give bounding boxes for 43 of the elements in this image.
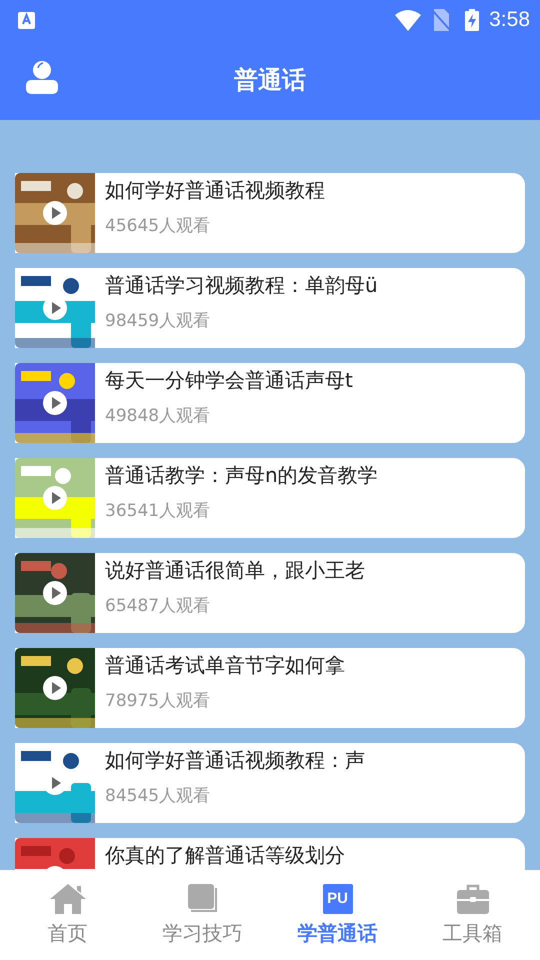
app-notification-icon (18, 12, 35, 28)
play-icon[interactable] (43, 201, 67, 225)
book-icon (188, 884, 218, 914)
video-card[interactable]: 普通话学习视频教程：单韵母ü 98459人观看 (15, 268, 525, 348)
view-count: 78975人观看 (105, 690, 212, 712)
status-time: 3:58 (489, 8, 530, 32)
video-card[interactable]: 如何学好普通话视频教程：声 84545人观看 (15, 743, 525, 823)
video-title: 如何学好普通话视频教程：声 (105, 747, 365, 774)
video-title: 普通话教学：声母n的发音教学 (105, 462, 378, 489)
video-title: 如何学好普通话视频教程 (105, 177, 325, 204)
nav-tab[interactable]: 工具箱 (405, 870, 540, 960)
video-card[interactable]: 说好普通话很简单，跟小王老 65487人观看 (15, 553, 525, 633)
video-title: 说好普通话很简单，跟小王老 (105, 557, 365, 584)
nav-tab[interactable]: PU 学普通话 (270, 870, 405, 960)
play-icon[interactable] (43, 581, 67, 605)
view-count: 45645人观看 (105, 215, 212, 237)
toolbox-icon (456, 884, 488, 914)
nav-tab[interactable]: 首页 (0, 870, 135, 960)
video-card[interactable]: 如何学好普通话视频教程 45645人观看 (15, 173, 525, 253)
view-count: 36541人观看 (105, 500, 212, 522)
video-title: 你真的了解普通话等级划分 (105, 842, 345, 869)
no-sim-icon (431, 9, 452, 31)
play-icon[interactable] (43, 391, 67, 415)
play-icon[interactable] (43, 486, 67, 510)
play-icon[interactable] (43, 676, 67, 700)
user-icon[interactable] (26, 60, 58, 94)
view-count: 49848人观看 (105, 405, 212, 427)
app-title: 普通话 (234, 65, 306, 96)
video-title: 每天一分钟学会普通话声母t (105, 367, 353, 394)
video-title: 普通话学习视频教程：单韵母ü (105, 272, 378, 299)
view-count: 84545人观看 (105, 785, 212, 807)
video-title: 普通话考试单音节字如何拿 (105, 652, 345, 679)
view-count: 65487人观看 (105, 595, 212, 617)
view-count: 98459人观看 (105, 310, 212, 332)
battery-charging-icon (465, 9, 480, 31)
nav-tab[interactable]: 学习技巧 (135, 870, 270, 960)
video-card[interactable]: 每天一分钟学会普通话声母t 49848人观看 (15, 363, 525, 443)
home-icon (50, 884, 86, 914)
video-card[interactable]: 普通话教学：声母n的发音教学 36541人观看 (15, 458, 525, 538)
video-card[interactable]: 你真的了解普通话等级划分 (15, 838, 525, 870)
pu-icon: PU (322, 884, 352, 914)
video-card[interactable]: 普通话考试单音节字如何拿 78975人观看 (15, 648, 525, 728)
wifi-icon (395, 10, 422, 30)
